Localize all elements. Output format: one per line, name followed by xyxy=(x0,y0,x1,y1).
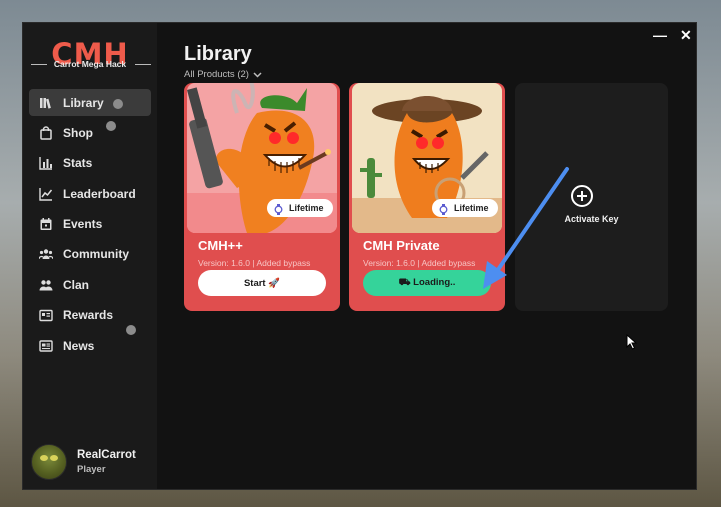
sidebar-item-shop[interactable]: Shop xyxy=(29,119,151,146)
sidebar-item-label: Stats xyxy=(63,156,93,171)
sidebar-item-events[interactable]: Events xyxy=(29,211,151,238)
sidebar-nav: Library Shop Stats Leaderboard Events Co… xyxy=(29,89,151,363)
library-icon xyxy=(39,96,53,110)
gift-icon xyxy=(39,308,53,322)
minimize-button[interactable]: — xyxy=(653,27,667,43)
product-version: Version: 1.6.0 | Added bypass xyxy=(198,258,311,268)
product-title: CMH Private xyxy=(363,238,440,253)
sidebar-item-label: News xyxy=(63,338,95,353)
decorative-dot xyxy=(106,121,116,131)
app-window: — ✕ CMH Carrot Mega Hack Library Shop St… xyxy=(22,22,697,490)
page-title: Library xyxy=(184,43,252,65)
sidebar-item-clan[interactable]: Clan xyxy=(29,271,151,298)
product-version: Version: 1.6.0 | Added bypass xyxy=(363,258,476,268)
sidebar-item-label: Community xyxy=(63,247,129,262)
product-title: CMH++ xyxy=(198,238,243,253)
calendar-icon xyxy=(39,217,53,231)
sidebar-item-label: Clan xyxy=(63,277,90,292)
newspaper-icon xyxy=(39,339,53,353)
sidebar-item-label: Events xyxy=(63,217,103,232)
user-name: RealCarrot xyxy=(77,449,136,461)
mouse-cursor-icon xyxy=(626,334,638,350)
annotation-arrow-icon xyxy=(483,167,569,289)
sidebar-item-community[interactable]: Community xyxy=(29,241,151,268)
trend-chart-icon xyxy=(39,187,53,201)
avatar xyxy=(31,444,67,480)
logo-subtitle: Carrot Mega Hack xyxy=(23,59,157,69)
filter-label: All Products (2) xyxy=(184,69,249,80)
loading-button[interactable]: ⛟ Loading.. xyxy=(363,270,491,296)
sidebar-item-label: Library xyxy=(63,95,104,110)
sidebar-item-stats[interactable]: Stats xyxy=(29,150,151,177)
community-icon xyxy=(39,247,53,261)
chevron-down-icon xyxy=(253,70,262,80)
decorative-dot xyxy=(126,325,136,335)
sidebar-item-library[interactable]: Library xyxy=(29,89,151,116)
products-filter-dropdown[interactable]: All Products (2) xyxy=(184,69,262,80)
sidebar-item-news[interactable]: News xyxy=(29,332,151,359)
product-card-cmhpp[interactable]: Lifetime CMH++ Version: 1.6.0 | Added by… xyxy=(184,83,340,311)
decorative-dot xyxy=(113,99,123,109)
user-profile[interactable]: RealCarrot Player xyxy=(31,444,136,480)
sidebar-item-leaderboard[interactable]: Leaderboard xyxy=(29,180,151,207)
sidebar: CMH Carrot Mega Hack Library Shop Stats xyxy=(23,23,157,489)
sidebar-item-label: Rewards xyxy=(63,308,114,323)
lifetime-badge: Lifetime xyxy=(267,199,333,217)
close-button[interactable]: ✕ xyxy=(680,27,692,44)
shopping-bag-icon xyxy=(39,126,53,140)
sidebar-item-label: Leaderboard xyxy=(63,186,136,201)
watch-icon xyxy=(439,203,448,215)
start-button[interactable]: Start 🚀 xyxy=(198,270,326,296)
user-role: Player xyxy=(77,464,106,475)
badge-label: Lifetime xyxy=(289,203,324,213)
bar-chart-icon xyxy=(39,156,53,170)
watch-icon xyxy=(274,203,283,215)
people-icon xyxy=(39,278,53,292)
sidebar-item-label: Shop xyxy=(63,125,93,140)
